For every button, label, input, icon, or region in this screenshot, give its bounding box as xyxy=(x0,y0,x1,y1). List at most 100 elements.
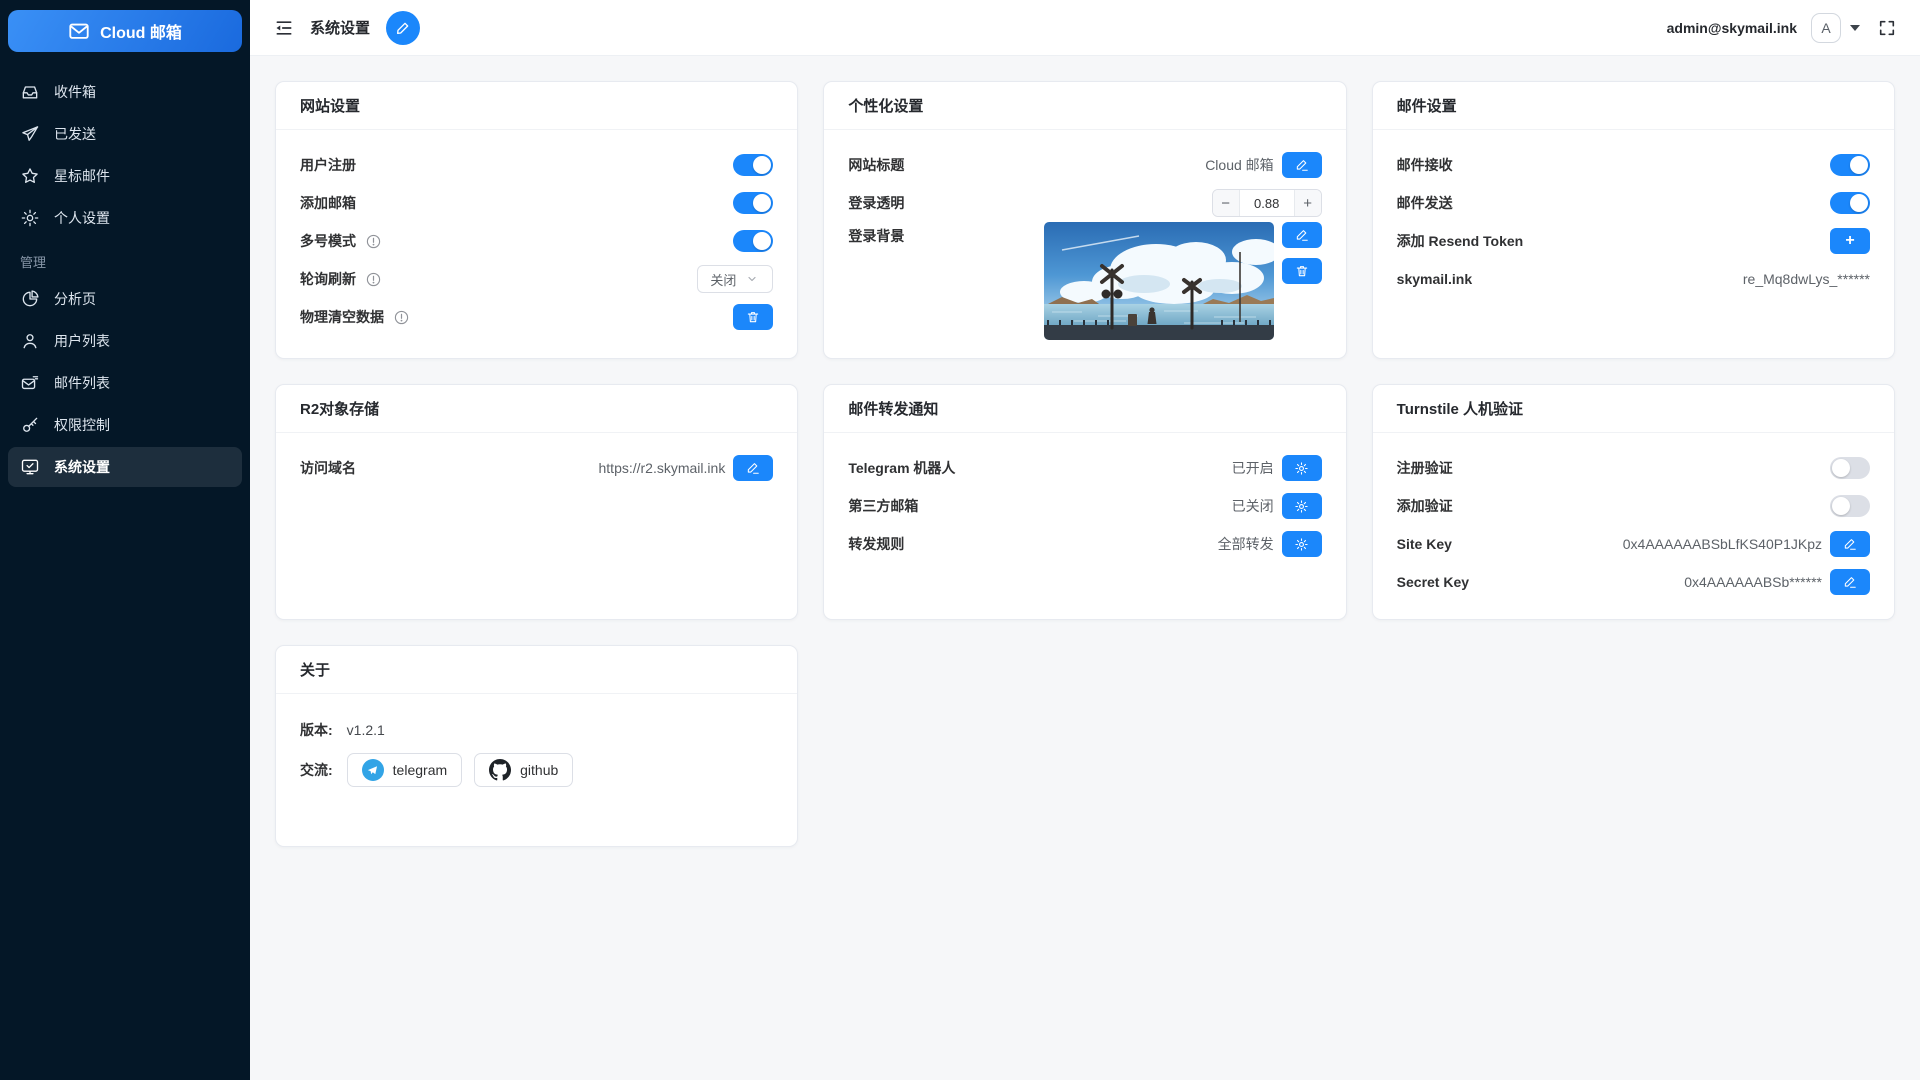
send-icon xyxy=(20,124,40,144)
sidebar-item-analytics[interactable]: 分析页 xyxy=(8,279,242,319)
delete-background-button[interactable] xyxy=(1282,258,1322,284)
add-mailbox-label: 添加邮箱 xyxy=(300,193,356,213)
edit-site-title-button[interactable] xyxy=(1282,152,1322,178)
add-verify-toggle[interactable] xyxy=(1830,495,1870,517)
sidebar-item-personal-settings[interactable]: 个人设置 xyxy=(8,198,242,238)
gear-icon xyxy=(1294,461,1309,476)
opacity-stepper: − 0.88 + xyxy=(1212,189,1322,217)
background-actions xyxy=(1282,222,1322,284)
add-verify-label: 添加验证 xyxy=(1397,496,1453,516)
third-party-config-button[interactable] xyxy=(1282,493,1322,519)
login-opacity-label: 登录透明 xyxy=(848,193,904,213)
settings-grid: 网站设置 用户注册 添加邮箱 多号模式 xyxy=(250,56,1920,1080)
sidebar-item-users[interactable]: 用户列表 xyxy=(8,321,242,361)
setting-row-forward-rule: 转发规则 全部转发 xyxy=(848,525,1321,563)
sidebar-item-label: 分析页 xyxy=(54,289,96,309)
sidebar-item-inbox[interactable]: 收件箱 xyxy=(8,72,242,112)
info-icon[interactable] xyxy=(394,310,409,325)
site-key-label: Site Key xyxy=(1397,536,1452,552)
sidebar-item-label: 已发送 xyxy=(54,124,96,144)
edit-r2-domain-button[interactable] xyxy=(733,455,773,481)
edit-site-key-button[interactable] xyxy=(1830,531,1870,557)
chevron-down-icon xyxy=(746,273,758,285)
site-title-value: Cloud 邮箱 xyxy=(1205,155,1273,175)
version-label: 版本: xyxy=(300,720,333,740)
sidebar-fold-icon[interactable] xyxy=(274,18,294,38)
setting-row-polling: 轮询刷新 关闭 xyxy=(300,260,773,298)
edit-secret-key-button[interactable] xyxy=(1830,569,1870,595)
card-personalization: 个性化设置 网站标题 Cloud 邮箱 登录透明 − 0.88 xyxy=(823,81,1346,359)
polling-label: 轮询刷新 xyxy=(300,269,356,289)
purge-data-button[interactable] xyxy=(733,304,773,330)
telegram-bot-label: Telegram 机器人 xyxy=(848,458,955,478)
sidebar-item-label: 邮件列表 xyxy=(54,373,110,393)
setting-row-telegram-bot: Telegram 机器人 已开启 xyxy=(848,449,1321,487)
card-title: Turnstile 人机验证 xyxy=(1373,385,1894,433)
fullscreen-icon[interactable] xyxy=(1878,19,1896,37)
chevron-down-icon[interactable] xyxy=(1850,25,1860,31)
stepper-plus-button[interactable]: + xyxy=(1294,190,1321,216)
polling-select[interactable]: 关闭 xyxy=(697,265,773,293)
sidebar-item-starred[interactable]: 星标邮件 xyxy=(8,156,242,196)
card-mail-settings: 邮件设置 邮件接收 邮件发送 添加 Resend Token xyxy=(1372,81,1895,359)
mail-receive-toggle[interactable] xyxy=(1830,154,1870,176)
setting-row-user-register: 用户注册 xyxy=(300,146,773,184)
card-title: 邮件设置 xyxy=(1373,82,1894,130)
card-title: 关于 xyxy=(276,646,797,694)
github-link-button[interactable]: github xyxy=(474,753,573,787)
sidebar-item-label: 系统设置 xyxy=(54,457,110,477)
card-body: 用户注册 添加邮箱 多号模式 xyxy=(276,130,797,354)
card-forward-notify: 邮件转发通知 Telegram 机器人 已开启 第三方邮箱 已关闭 xyxy=(823,384,1346,620)
register-verify-toggle[interactable] xyxy=(1830,457,1870,479)
mail-logo-icon xyxy=(68,20,90,42)
r2-domain-value: https://r2.skymail.ink xyxy=(599,460,726,476)
sidebar-item-permissions[interactable]: 权限控制 xyxy=(8,405,242,445)
third-party-status: 已关闭 xyxy=(1232,496,1274,516)
sidebar-item-label: 用户列表 xyxy=(54,331,110,351)
edit-background-button[interactable] xyxy=(1282,222,1322,248)
info-icon[interactable] xyxy=(366,234,381,249)
info-icon[interactable] xyxy=(366,272,381,287)
gear-icon xyxy=(20,208,40,228)
telegram-bot-config-button[interactable] xyxy=(1282,455,1322,481)
login-background-label: 登录背景 xyxy=(848,222,904,246)
pencil-icon xyxy=(1843,575,1857,589)
sidebar-item-mail-list[interactable]: 邮件列表 xyxy=(8,363,242,403)
telegram-link-button[interactable]: telegram xyxy=(347,753,462,787)
mail-send-label: 邮件发送 xyxy=(1397,193,1453,213)
user-register-toggle[interactable] xyxy=(733,154,773,176)
github-link-label: github xyxy=(520,762,558,778)
sidebar-item-sent[interactable]: 已发送 xyxy=(8,114,242,154)
forward-rule-config-button[interactable] xyxy=(1282,531,1322,557)
trash-icon xyxy=(1295,264,1309,278)
contact-label: 交流: xyxy=(300,760,333,780)
multi-account-toggle[interactable] xyxy=(733,230,773,252)
pencil-icon xyxy=(1843,537,1857,551)
token-masked-value: re_Mq8dwLys_****** xyxy=(1743,271,1870,287)
sidebar-nav: 收件箱 已发送 星标邮件 个人设置 管理 分析页 用户列表 xyxy=(0,68,250,493)
mail-list-icon xyxy=(20,373,40,393)
pencil-icon xyxy=(1295,158,1309,172)
card-body: 网站标题 Cloud 邮箱 登录透明 − 0.88 + xyxy=(824,130,1345,358)
pencil-icon xyxy=(746,461,760,475)
mail-receive-label: 邮件接收 xyxy=(1397,155,1453,175)
stepper-minus-button[interactable]: − xyxy=(1213,190,1240,216)
add-resend-token-button[interactable]: + xyxy=(1830,228,1870,254)
card-body: 邮件接收 邮件发送 添加 Resend Token + xyxy=(1373,130,1894,316)
edit-title-button[interactable] xyxy=(386,11,420,45)
third-party-label: 第三方邮箱 xyxy=(848,496,918,516)
main-area: 系统设置 admin@skymail.ink A 网站设置 用 xyxy=(250,0,1920,1080)
mail-send-toggle[interactable] xyxy=(1830,192,1870,214)
add-mailbox-toggle[interactable] xyxy=(733,192,773,214)
gear-icon xyxy=(1294,537,1309,552)
app-logo[interactable]: Cloud 邮箱 xyxy=(8,10,242,52)
secret-key-value: 0x4AAAAAABSb****** xyxy=(1684,574,1822,590)
sidebar-item-system-settings[interactable]: 系统设置 xyxy=(8,447,242,487)
forward-rule-label: 转发规则 xyxy=(848,534,904,554)
setting-row-site-title: 网站标题 Cloud 邮箱 xyxy=(848,146,1321,184)
register-verify-label: 注册验证 xyxy=(1397,458,1453,478)
user-icon xyxy=(20,331,40,351)
avatar[interactable]: A xyxy=(1811,13,1841,43)
card-title: 邮件转发通知 xyxy=(824,385,1345,433)
card-body: 访问域名 https://r2.skymail.ink xyxy=(276,433,797,505)
